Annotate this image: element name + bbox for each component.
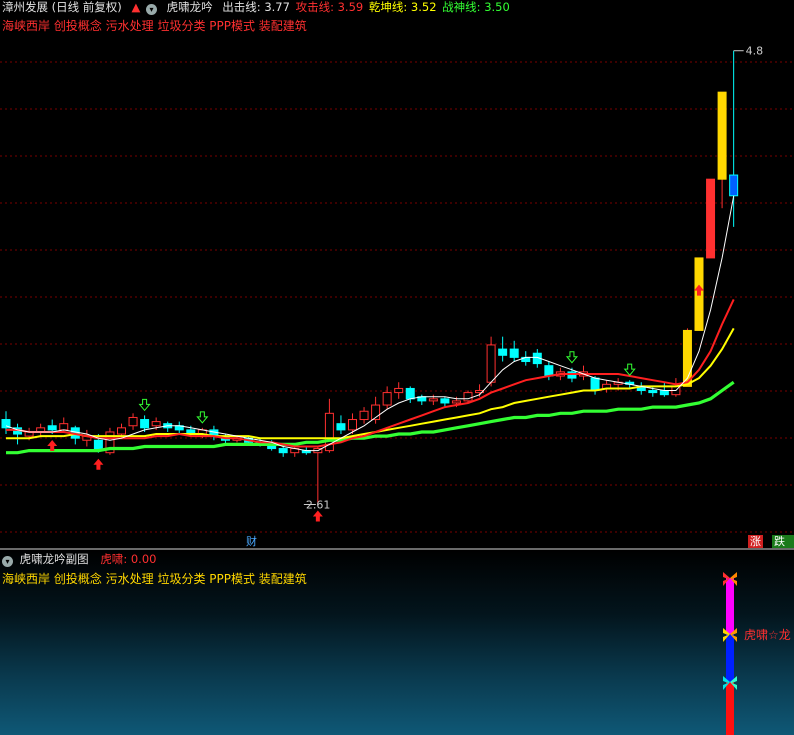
white-ma-line [5,195,735,452]
sub-label: 虎啸 [100,552,124,566]
high-price-label: 4.8 [746,45,764,58]
low-price-label: 2.61 [306,498,331,511]
candle-body [729,174,739,197]
candle-body [128,416,138,427]
candle-body [463,392,473,402]
line-label-qiankun: 乾坤线: 3.52 [368,0,437,14]
gongji-value: 3.59 [337,0,364,14]
sub-colon: : [123,552,131,566]
candle-body [405,387,415,400]
candle-body [382,392,392,406]
sub-chart-title[interactable]: 虎啸龙吟副图 [20,552,89,566]
zhanshen-value: 3.50 [484,0,510,14]
up-arrow-icon: ▲ [131,0,141,14]
candle-body [590,377,600,392]
sub-header: ▾ 虎啸龙吟副图 虎啸: 0.00 [2,551,156,567]
candle-body [359,410,369,421]
candle-body [648,390,658,394]
cai-badge[interactable]: 财 [244,535,259,548]
sub-value: 0.00 [130,552,157,566]
candle-body [278,448,288,454]
candlestick-chart[interactable]: 4.8 2.61 [0,0,794,549]
candle-body [440,398,450,404]
line-label-zhanshen: 战神线: 3.50 [442,0,510,14]
candle-body [544,365,554,377]
candle-body [428,398,438,402]
chuji-label: 出击线 [222,0,257,14]
signal-bar-red [726,682,734,735]
main-chart-pane[interactable]: 4.8 2.61 [0,0,794,549]
candle-body [659,390,669,396]
candle-body [706,178,716,259]
sell-arrow-icon [196,411,209,424]
sub-concept-tags: 海峡西岸 创投概念 污水处理 垃圾分类 PPP模式 装配建筑 [2,572,307,586]
gongji-label: 攻击线 [295,0,331,14]
stock-name[interactable]: 漳州发展 [2,0,48,14]
sub-signal-text: 虎啸☆龙 [744,628,791,642]
candle-body [117,427,126,435]
gear-icon[interactable]: ▾ [145,4,157,15]
sell-arrow-icon [138,398,151,412]
buy-arrow-icon [93,458,104,470]
candle-body [93,439,103,450]
candle-body [451,400,461,404]
candle-body [348,419,357,431]
sell-arrow-icon [565,351,579,364]
indicator-name[interactable]: 虎啸龙吟 [167,0,213,14]
zhanshen-label: 战神线 [442,0,477,14]
concept-tags: 海峡西岸 创投概念 污水处理 垃圾分类 PPP模式 装配建筑 [2,19,307,33]
line-label-gongji: 攻击线: 3.59 [295,0,364,14]
zhang-badge[interactable]: 涨 [748,535,763,548]
buy-arrow-icon [312,510,323,522]
red-ma-line [6,298,735,448]
qiankun-value: 3.52 [410,0,437,14]
candle-body [717,91,727,180]
candle-body [486,344,496,383]
chuji-value: 3.77 [264,0,290,14]
main-header: 漳州发展 (日线 前复权) ▲ ▾ 虎啸龙吟 出击线: 3.77 攻击线: 3.… [2,0,512,15]
qiankun-label: 乾坤线 [368,0,404,14]
candle-body [151,421,161,427]
sub-gear-icon[interactable]: ▾ [2,556,13,567]
candle-body [336,423,346,431]
signal-bar-blue [726,634,734,682]
candle-body [394,387,404,394]
sell-arrow-icon [623,363,636,376]
candle-body [140,419,150,429]
candle-body [498,348,508,356]
candle-body [509,348,519,358]
line-label-chuji: 出击线: 3.77 [222,0,290,14]
green-ma-line [6,380,735,455]
period-label[interactable]: (日线 前复权) [52,0,122,14]
candle-body [47,425,57,431]
candle-body [59,423,69,431]
signal-bar-magenta [726,578,734,634]
